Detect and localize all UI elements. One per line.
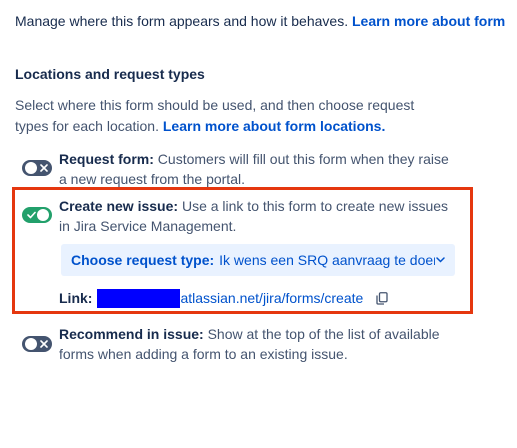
request-type-label: Choose request type: — [71, 252, 215, 268]
create-issue-label: Create new issue: — [59, 198, 179, 214]
learn-more-form-link[interactable]: Learn more about form — [352, 13, 505, 29]
locations-title: Locations and request types — [15, 66, 205, 82]
create-issue-toggle[interactable] — [22, 207, 52, 223]
copy-icon[interactable] — [375, 291, 389, 305]
request-form-option: Request form: Customers will fill out th… — [59, 149, 459, 189]
check-icon — [24, 207, 38, 223]
recommend-option: Recommend in issue: Show at the top of t… — [59, 324, 459, 364]
intro-text: Manage where this form appears and how i… — [15, 13, 505, 29]
request-type-select[interactable]: Choose request type: Ik wens een SRQ aan… — [61, 244, 455, 276]
recommend-toggle[interactable] — [22, 336, 52, 352]
request-form-label: Request form: — [59, 151, 154, 167]
create-issue-option: Create new issue: Use a link to this for… — [59, 196, 459, 236]
toggle-knob — [25, 162, 37, 174]
form-link-row: Link: atlassian.net/jira/forms/create — [59, 288, 389, 308]
request-form-toggle[interactable] — [22, 160, 52, 176]
chevron-down-icon — [435, 255, 445, 265]
close-icon — [37, 336, 51, 352]
close-icon — [37, 160, 51, 176]
form-link-label: Link: — [59, 290, 93, 306]
intro-description: Manage where this form appears and how i… — [15, 13, 352, 29]
redacted-domain — [97, 288, 181, 308]
locations-description: Select where this form should be used, a… — [15, 95, 415, 137]
form-link-url[interactable]: atlassian.net/jira/forms/create — [180, 290, 363, 306]
toggle-knob — [37, 209, 49, 221]
learn-more-locations-link[interactable]: Learn more about form locations. — [163, 118, 385, 134]
toggle-knob — [25, 338, 37, 350]
request-type-value: Ik wens een SRQ aanvraag te doen — [219, 252, 435, 268]
recommend-label: Recommend in issue: — [59, 326, 204, 342]
